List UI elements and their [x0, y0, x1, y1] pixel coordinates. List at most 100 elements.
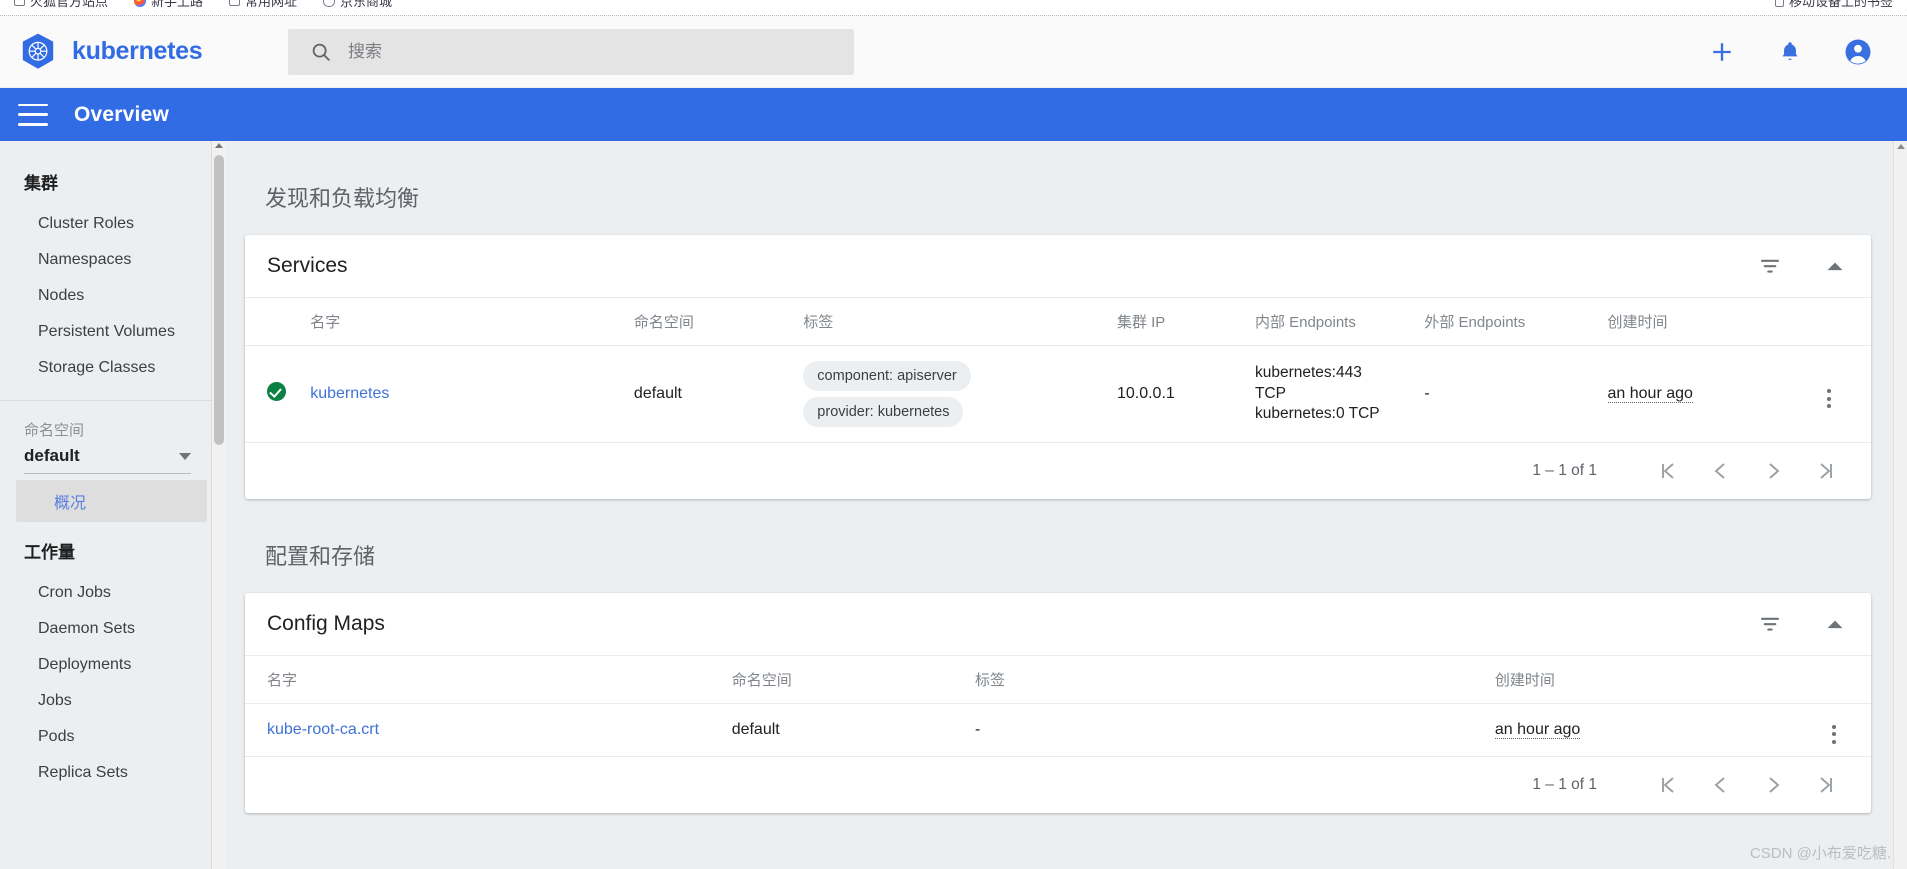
search-input[interactable] — [348, 41, 832, 62]
col-name[interactable]: 名字 — [310, 297, 634, 346]
page-subheader: Overview — [0, 88, 1907, 141]
sidebar-item-pods[interactable]: Pods — [0, 719, 225, 755]
more-vert-icon[interactable] — [1827, 389, 1832, 408]
sidebar-scrollbar[interactable] — [211, 141, 225, 869]
col-created[interactable]: 创建时间 — [1494, 655, 1805, 704]
services-table-body: kubernetes default component: apiserver … — [245, 345, 1871, 443]
chevron-left-icon — [1714, 463, 1725, 479]
square-icon — [229, 0, 241, 6]
pagination-range: 1 – 1 of 1 — [1532, 775, 1597, 793]
services-table-head: 名字 命名空间 标签 集群 IP 内部 Endpoints 外部 Endpoin… — [245, 297, 1871, 346]
col-cluster-ip[interactable]: 集群 IP — [1116, 297, 1255, 346]
endpoint-line: kubernetes:443 — [1254, 364, 1362, 382]
config-maps-table-body: kube-root-ca.crt default - an hour ago — [245, 703, 1871, 757]
next-page-button[interactable] — [1747, 454, 1799, 488]
more-vert-icon[interactable] — [1831, 725, 1836, 744]
sidebar-namespace-label: 命名空间 — [24, 422, 85, 439]
brand-logo[interactable]: kubernetes — [18, 32, 270, 72]
hamburger-icon[interactable] — [18, 103, 48, 126]
col-namespace[interactable]: 命名空间 — [731, 655, 976, 704]
row-internal-endpoints: kubernetes:443 TCP kubernetes:0 TCP — [1254, 345, 1425, 443]
sidebar-section-cluster-header: 集群 — [24, 174, 58, 193]
col-name[interactable]: 名字 — [245, 655, 732, 704]
sidebar-item-daemon-sets[interactable]: Daemon Sets — [0, 611, 225, 647]
bookmark-item[interactable]: 京东商城 — [323, 0, 392, 10]
scroll-up-arrow-icon[interactable] — [1897, 144, 1905, 149]
sidebar-item-cluster-roles[interactable]: Cluster Roles — [0, 206, 225, 242]
sidebar-item-nodes[interactable]: Nodes — [0, 278, 225, 314]
config-map-name-link[interactable]: kube-root-ca.crt — [267, 721, 379, 738]
config-maps-card: Config Maps 名字 命名空间 标签 创建时间 kube-root-ca… — [245, 593, 1871, 813]
next-page-button[interactable] — [1747, 768, 1799, 802]
services-card-actions — [1759, 257, 1845, 275]
first-page-icon — [1662, 463, 1674, 479]
account-circle-icon — [1845, 39, 1871, 64]
create-button[interactable] — [1707, 37, 1737, 67]
bell-icon — [1782, 41, 1798, 60]
col-created[interactable]: 创建时间 — [1607, 297, 1796, 346]
notifications-button[interactable] — [1775, 37, 1805, 67]
bookmark-item[interactable]: 新手上路 — [134, 0, 203, 10]
pagination-range: 1 – 1 of 1 — [1532, 462, 1597, 479]
app-header: kubernetes — [0, 16, 1907, 88]
col-external-endpoints[interactable]: 外部 Endpoints — [1424, 297, 1608, 346]
main-content: 发现和负载均衡 Services 名字 命名空间 标签 集群 IP 内部 End… — [225, 141, 1907, 869]
col-labels[interactable]: 标签 — [975, 655, 1495, 704]
filter-funnel-icon[interactable] — [1759, 615, 1781, 633]
sidebar-scrollbar-thumb[interactable] — [214, 155, 224, 445]
chevron-up-icon[interactable] — [1825, 617, 1845, 631]
chevron-right-icon — [1769, 463, 1780, 479]
created-age-text: an hour ago — [1494, 720, 1581, 739]
bookmark-item[interactable]: 常用网址 — [229, 0, 297, 10]
status-ok-icon — [267, 382, 286, 401]
first-page-button[interactable] — [1643, 768, 1695, 802]
chevron-up-icon[interactable] — [1825, 259, 1845, 273]
prev-page-button[interactable] — [1695, 454, 1747, 488]
content-scrollbar[interactable] — [1893, 141, 1907, 869]
first-page-button[interactable] — [1643, 454, 1695, 488]
table-row[interactable]: kubernetes default component: apiserver … — [245, 345, 1871, 443]
last-page-icon — [1820, 463, 1832, 479]
row-created: an hour ago — [1494, 703, 1805, 757]
brand-name: kubernetes — [72, 37, 203, 65]
first-page-icon — [1662, 777, 1674, 793]
col-internal-endpoints[interactable]: 内部 Endpoints — [1254, 297, 1425, 346]
plus-icon — [1713, 42, 1731, 61]
account-button[interactable] — [1843, 37, 1873, 67]
row-actions — [1804, 703, 1871, 757]
col-labels[interactable]: 标签 — [803, 297, 1117, 346]
sidebar-item-deployments[interactable]: Deployments — [0, 647, 225, 683]
service-name-link[interactable]: kubernetes — [310, 385, 389, 402]
last-page-button[interactable] — [1799, 454, 1851, 488]
row-cluster-ip: 10.0.0.1 — [1116, 345, 1255, 443]
row-status — [245, 345, 311, 443]
bookmark-item-mobile[interactable]: 移动设备上的书签 — [1774, 0, 1893, 10]
label-chip: component: apiserver — [803, 361, 971, 391]
last-page-button[interactable] — [1799, 768, 1851, 802]
namespace-selected-value: default — [24, 446, 80, 465]
sidebar-section-workloads-header: 工作量 — [24, 543, 75, 562]
sidebar-item-cron-jobs[interactable]: Cron Jobs — [0, 575, 225, 611]
col-namespace[interactable]: 命名空间 — [633, 297, 804, 346]
filter-funnel-icon[interactable] — [1759, 257, 1781, 275]
scroll-up-arrow-icon[interactable] — [215, 143, 223, 148]
page-title: Overview — [74, 102, 169, 126]
bookmark-item[interactable]: 火狐官方站点 — [14, 0, 108, 10]
sidebar-item-overview[interactable]: 概况 — [16, 480, 207, 522]
last-page-icon — [1820, 777, 1832, 793]
prev-page-button[interactable] — [1695, 768, 1747, 802]
browser-bookmark-bar: 火狐官方站点 新手上路 常用网址 京东商城 移动设备上的书签 — [0, 0, 1907, 16]
sidebar-item-replica-sets[interactable]: Replica Sets — [0, 755, 225, 791]
section-title-config-storage: 配置和存储 — [265, 544, 376, 569]
firefox-icon — [134, 0, 147, 7]
services-pagination: 1 – 1 of 1 — [245, 443, 1871, 499]
sidebar-item-namespaces[interactable]: Namespaces — [0, 242, 225, 278]
table-row[interactable]: kube-root-ca.crt default - an hour ago — [245, 703, 1871, 757]
services-card: Services 名字 命名空间 标签 集群 IP 内部 Endpoints 外… — [245, 235, 1871, 499]
sidebar-item-jobs[interactable]: Jobs — [0, 683, 225, 719]
row-name-cell: kube-root-ca.crt — [245, 703, 732, 757]
sidebar-item-storage-classes[interactable]: Storage Classes — [0, 350, 225, 386]
namespace-select[interactable]: default — [24, 446, 191, 474]
search-box[interactable] — [288, 28, 854, 75]
sidebar-item-persistent-volumes[interactable]: Persistent Volumes — [0, 314, 225, 350]
